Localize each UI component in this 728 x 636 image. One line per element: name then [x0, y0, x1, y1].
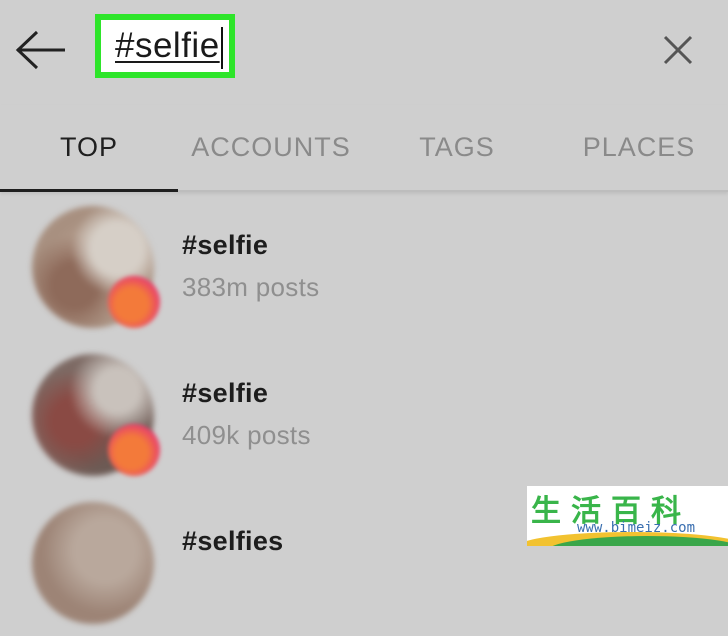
- tab-tags-label: TAGS: [419, 132, 495, 162]
- tab-top[interactable]: TOP: [0, 105, 178, 192]
- result-post-count: 383m posts: [182, 272, 320, 302]
- tab-accounts[interactable]: ACCOUNTS: [178, 105, 364, 190]
- search-input[interactable]: #selfie: [95, 14, 235, 78]
- back-button[interactable]: [12, 24, 70, 76]
- tab-places[interactable]: PLACES: [550, 105, 728, 190]
- search-tabs: TOP ACCOUNTS TAGS PLACES: [0, 105, 728, 192]
- result-title: #selfie: [182, 378, 269, 408]
- back-arrow-icon: [15, 30, 65, 70]
- tab-tags[interactable]: TAGS: [364, 105, 550, 190]
- result-post-count: 409k posts: [182, 420, 311, 450]
- tab-top-label: TOP: [59, 132, 118, 162]
- result-title: #selfies: [182, 526, 284, 556]
- hashtag-avatar: [32, 502, 154, 624]
- clear-search-button[interactable]: [656, 28, 700, 72]
- search-query-text: #selfie: [115, 26, 220, 65]
- search-header: #selfie: [0, 0, 728, 105]
- list-item[interactable]: #selfie 383m posts: [0, 192, 728, 340]
- tab-accounts-label: ACCOUNTS: [191, 132, 351, 162]
- tab-places-label: PLACES: [582, 132, 696, 162]
- story-badge-icon: [108, 424, 160, 476]
- watermark-url: www.bimeiz.com: [577, 520, 696, 536]
- watermark-logo: 生活百科 www.bimeiz.com: [527, 486, 728, 546]
- close-icon: [663, 35, 693, 65]
- story-badge-icon: [108, 276, 160, 328]
- text-caret: [220, 27, 223, 69]
- result-title: #selfie: [182, 230, 269, 260]
- list-item[interactable]: #selfie 409k posts: [0, 340, 728, 488]
